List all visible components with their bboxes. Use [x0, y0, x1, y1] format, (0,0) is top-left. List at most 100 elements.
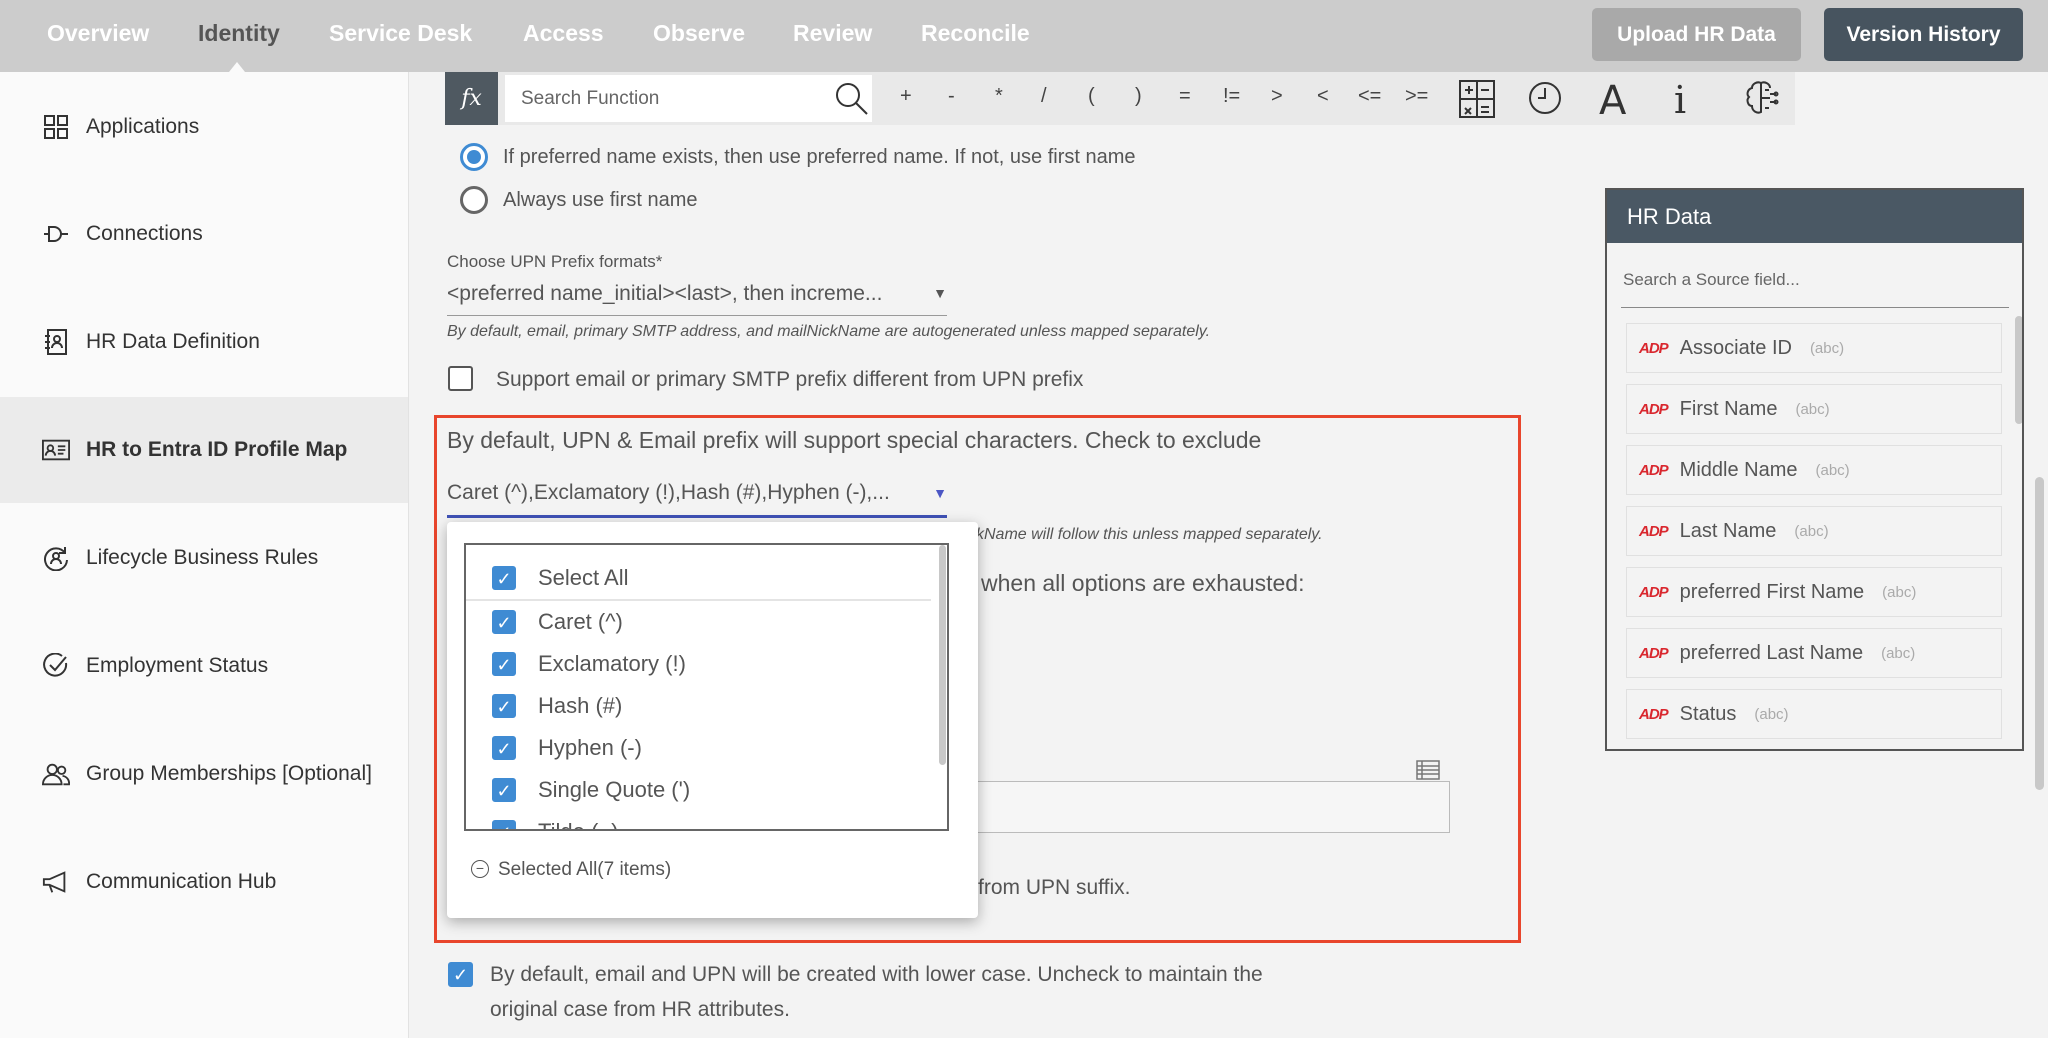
field-name: preferred First Name	[1679, 580, 1865, 603]
support-smtp-label: Support email or primary SMTP prefix dif…	[496, 368, 1084, 391]
operator-equals[interactable]: =	[1179, 85, 1191, 108]
option-hash[interactable]: ✓ Hash (#)	[466, 685, 931, 727]
option-label: Select All	[538, 565, 629, 590]
option-label: Hash (#)	[538, 693, 623, 718]
id-card-icon	[42, 436, 70, 464]
operator-open-paren[interactable]: (	[1088, 85, 1095, 108]
text-icon[interactable]: A	[1599, 78, 1626, 124]
option-caret[interactable]: ✓ Caret (^)	[466, 601, 931, 643]
hr-panel-scrollbar[interactable]	[2015, 316, 2022, 424]
exhausted-options-text: when all options are exhausted:	[981, 570, 1305, 596]
calculator-icon[interactable]	[1459, 80, 1495, 123]
sidebar-item-label: Applications	[86, 115, 200, 138]
special-chars-heading: By default, UPN & Email prefix will supp…	[447, 427, 1262, 453]
operator-not-equals[interactable]: !=	[1223, 85, 1240, 108]
option-hyphen[interactable]: ✓ Hyphen (-)	[466, 727, 931, 769]
lowercase-label-line2: original case from HR attributes.	[490, 998, 790, 1021]
tab-observe[interactable]: Observe	[653, 20, 745, 47]
operator-close-paren[interactable]: )	[1135, 85, 1142, 108]
clock-icon[interactable]	[1528, 81, 1562, 120]
option-select-all[interactable]: ✓ Select All	[466, 557, 931, 601]
tab-reconcile[interactable]: Reconcile	[921, 20, 1030, 47]
search-icon[interactable]	[835, 82, 869, 121]
field-type: (abc)	[1795, 400, 1830, 418]
operator-multiply[interactable]: *	[995, 85, 1003, 108]
checkbox-checked-icon: ✓	[492, 736, 516, 760]
tab-overview[interactable]: Overview	[47, 20, 149, 47]
hr-field-status[interactable]: ADP Status (abc)	[1626, 689, 2002, 739]
selected-count-text: Selected All(7 items)	[498, 859, 672, 880]
hr-field-associate-id[interactable]: ADP Associate ID (abc)	[1626, 323, 2002, 373]
sidebar-item-group-memberships[interactable]: Group Memberships [Optional]	[0, 744, 408, 804]
operator-less-equal[interactable]: <=	[1358, 85, 1381, 108]
top-nav: Overview Identity Service Desk Access Ob…	[0, 0, 2048, 72]
hr-field-preferred-last-name[interactable]: ADP preferred Last Name (abc)	[1626, 628, 2002, 678]
sidebar-item-label: Group Memberships [Optional]	[86, 762, 372, 785]
sidebar-item-employment-status[interactable]: Employment Status	[0, 636, 408, 696]
field-name: First Name	[1679, 397, 1778, 420]
operator-less[interactable]: <	[1317, 85, 1329, 108]
hr-field-last-name[interactable]: ADP Last Name (abc)	[1626, 506, 2002, 556]
sidebar-item-lifecycle-business-rules[interactable]: Lifecycle Business Rules	[0, 528, 408, 588]
sidebar-item-label: Connections	[86, 222, 203, 245]
sidebar-item-hr-to-entra-id-profile-map[interactable]: HR to Entra ID Profile Map	[0, 397, 408, 503]
sidebar-item-label: Communication Hub	[86, 870, 277, 893]
field-type: (abc)	[1881, 644, 1916, 662]
checkbox-checked-icon: ✓	[492, 778, 516, 802]
sidebar-item-label: HR Data Definition	[86, 330, 260, 353]
upn-prefix-label: Choose UPN Prefix formats*	[447, 252, 663, 271]
page-scrollbar[interactable]	[2035, 477, 2044, 790]
field-name: Associate ID	[1679, 336, 1792, 359]
support-smtp-checkbox[interactable]	[448, 366, 473, 391]
special-chars-dropdown: ✓ Select All ✓ Caret (^) ✓ Exclamatory (!) …	[447, 522, 978, 918]
info-icon[interactable]: i	[1674, 78, 1686, 122]
sidebar-item-label: Lifecycle Business Rules	[86, 546, 319, 569]
operator-minus[interactable]: -	[948, 85, 955, 108]
source-field-search-input[interactable]: Search a Source field...	[1621, 270, 2009, 308]
sidebar-item-hr-data-definition[interactable]: HR Data Definition	[0, 312, 408, 372]
radio-always-first-name-label: Always use first name	[503, 189, 698, 211]
option-label: Hyphen (-)	[538, 735, 642, 760]
tab-identity[interactable]: Identity	[198, 20, 280, 47]
fx-icon[interactable]: fx	[445, 72, 498, 125]
option-single-quote[interactable]: ✓ Single Quote (')	[466, 769, 931, 811]
upload-hr-data-button[interactable]: Upload HR Data	[1592, 8, 1801, 61]
brain-icon[interactable]	[1743, 80, 1779, 121]
operator-greater-equal[interactable]: >=	[1405, 85, 1428, 108]
checkbox-checked-icon: ✓	[492, 610, 516, 634]
option-tilde[interactable]: ✓ Tilde (~)	[466, 811, 931, 829]
adp-logo-icon: ADP	[1639, 522, 1669, 540]
field-type: (abc)	[1815, 461, 1850, 479]
contact-book-icon	[42, 328, 70, 356]
option-exclamatory[interactable]: ✓ Exclamatory (!)	[466, 643, 931, 685]
sidebar-item-label: HR to Entra ID Profile Map	[86, 438, 348, 461]
sidebar-item-communication-hub[interactable]: Communication Hub	[0, 852, 408, 912]
operator-plus[interactable]: +	[900, 85, 912, 108]
operator-divide[interactable]: /	[1041, 85, 1047, 108]
version-history-button[interactable]: Version History	[1824, 8, 2023, 61]
radio-preferred-name[interactable]	[460, 143, 488, 171]
field-name: preferred Last Name	[1679, 641, 1864, 664]
tab-service-desk[interactable]: Service Desk	[329, 20, 472, 47]
dropdown-scrollbar[interactable]	[939, 545, 946, 765]
upn-suffix-text: from UPN suffix.	[978, 876, 1131, 899]
radio-always-first-name[interactable]	[460, 186, 488, 214]
sidebar-item-connections[interactable]: Connections	[0, 204, 408, 264]
check-circle-icon	[42, 652, 70, 680]
sidebar-item-applications[interactable]: Applications	[0, 97, 408, 157]
tab-access[interactable]: Access	[523, 20, 604, 47]
upn-prefix-select[interactable]: <preferred name_initial><last>, then inc…	[447, 282, 947, 316]
hr-data-panel: HR Data Search a Source field... ADP Asso…	[1605, 188, 2024, 751]
hr-field-first-name[interactable]: ADP First Name (abc)	[1626, 384, 2002, 434]
search-function-input[interactable]: Search Function	[505, 75, 872, 122]
lowercase-checkbox[interactable]: ✓	[448, 962, 473, 987]
checkbox-checked-icon: ✓	[492, 694, 516, 718]
tab-review[interactable]: Review	[793, 20, 872, 47]
field-type: (abc)	[1809, 339, 1845, 357]
hr-field-preferred-first-name[interactable]: ADP preferred First Name (abc)	[1626, 567, 2002, 617]
hr-field-middle-name[interactable]: ADP Middle Name (abc)	[1626, 445, 2002, 495]
deselect-all-icon[interactable]: −	[471, 860, 489, 878]
field-type: (abc)	[1882, 583, 1917, 601]
operator-greater[interactable]: >	[1271, 85, 1283, 108]
special-chars-select[interactable]: Caret (^),Exclamatory (!),Hash (#),Hyphe…	[447, 481, 947, 518]
